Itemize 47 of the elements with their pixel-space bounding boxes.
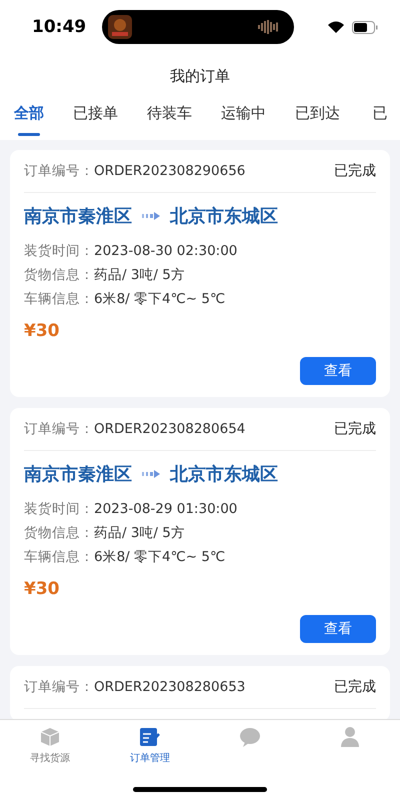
wifi-icon: [328, 21, 344, 33]
origin-city: 南京市秦淮区: [24, 463, 132, 486]
destination-city: 北京市东城区: [170, 205, 278, 228]
box-icon: [39, 726, 61, 748]
order-price: ¥30: [24, 321, 60, 341]
detail-label: 装货时间：: [24, 500, 94, 518]
filter-tab[interactable]: 运输中: [221, 98, 266, 140]
destination-city: 北京市东城区: [170, 463, 278, 486]
chat-icon: [239, 726, 261, 748]
person-icon: [339, 726, 361, 748]
order-status: 已完成: [334, 420, 376, 438]
nav-item[interactable]: 订单管理: [100, 720, 200, 765]
battery-icon: [352, 20, 378, 34]
detail-value: 6米8/ 零下4℃~ 5℃: [94, 548, 226, 566]
filter-tab[interactable]: 已接单: [73, 98, 118, 140]
arrow-icon: [142, 470, 160, 478]
order-label: 订单编号：: [24, 420, 94, 438]
filter-tab[interactable]: 待装车: [147, 98, 192, 140]
filter-tab[interactable]: 已: [369, 98, 391, 140]
nav-item[interactable]: 寻找货源: [0, 720, 100, 765]
page-title: 我的订单: [170, 66, 230, 86]
detail-value: 2023-08-30 02:30:00: [94, 243, 238, 259]
detail-label: 货物信息：: [24, 266, 94, 284]
order-label: 订单编号：: [24, 162, 94, 180]
detail-label: 车辆信息：: [24, 290, 94, 308]
filter-tab[interactable]: 全部: [14, 98, 44, 140]
origin-city: 南京市秦淮区: [24, 205, 132, 228]
order-number: ORDER202308290656: [94, 163, 246, 179]
order-number: ORDER202308280654: [94, 421, 246, 437]
detail-label: 车辆信息：: [24, 548, 94, 566]
detail-value: 药品/ 3吨/ 5方: [94, 266, 185, 284]
order-status: 已完成: [334, 162, 376, 180]
detail-label: 货物信息：: [24, 524, 94, 542]
order-price: ¥30: [24, 579, 60, 599]
filter-tab[interactable]: 已到达: [295, 98, 340, 140]
order-status: 已完成: [334, 678, 376, 696]
detail-value: 6米8/ 零下4℃~ 5℃: [94, 290, 226, 308]
edit-icon: [139, 726, 161, 748]
view-button[interactable]: 查看: [300, 615, 376, 643]
waveform-icon: [258, 20, 280, 34]
order-label: 订单编号：: [24, 678, 94, 696]
detail-value: 药品/ 3吨/ 5方: [94, 524, 185, 542]
detail-value: 2023-08-29 01:30:00: [94, 501, 238, 517]
detail-label: 装货时间：: [24, 242, 94, 260]
order-number: ORDER202308280653: [94, 679, 246, 695]
view-button[interactable]: 查看: [300, 357, 376, 385]
arrow-icon: [142, 212, 160, 220]
